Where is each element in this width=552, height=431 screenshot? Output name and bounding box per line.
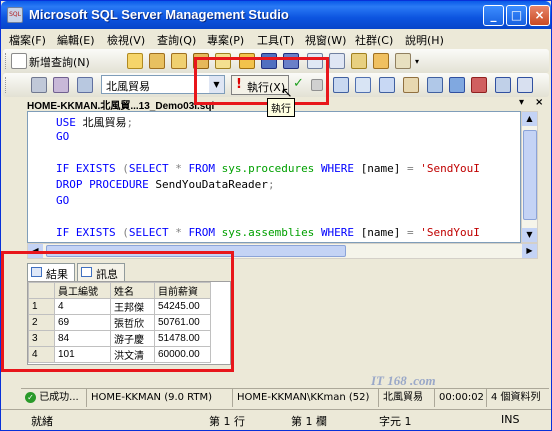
scroll-right-icon[interactable]: ▶ (522, 244, 537, 258)
ssms-window: SQL Microsoft SQL Server Management Stud… (0, 0, 552, 431)
status-ready: 就緒 (31, 415, 53, 428)
watermark: IT 168 .com (371, 373, 436, 388)
status-rows: 4 個資料列 (491, 392, 541, 403)
menu-bar: 檔案(F) 編輯(E) 檢視(V) 查詢(Q) 專案(P) 工具(T) 視窗(W… (1, 29, 551, 49)
status-line: 第 1 行 (209, 415, 245, 428)
status-database: 北風貿易 (379, 389, 435, 407)
sql-editor[interactable]: USE 北風貿易; GO IF EXISTS (SELECT * FROM sys.… (27, 111, 521, 243)
status-login: HOME-KKMAN\KKman (52) (233, 389, 379, 407)
new-query-icon[interactable] (11, 53, 27, 69)
code-line[interactable]: IF EXISTS (SELECT * FROM sys.procedures … (56, 162, 480, 176)
query-designer-icon[interactable] (355, 77, 371, 93)
success-icon: ✓ (25, 391, 36, 403)
ssms-app-icon: SQL (7, 7, 23, 23)
annotation-highlight (1, 251, 234, 372)
template-explorer-icon[interactable] (351, 53, 367, 69)
status-column: 第 1 欄 (291, 415, 327, 428)
status-state: ✓ 已成功... (21, 389, 87, 407)
status-state-text: 已成功... (39, 392, 79, 403)
include-plan-icon[interactable] (403, 77, 419, 93)
code-line[interactable]: GO (56, 130, 69, 144)
scroll-thumb[interactable] (523, 130, 537, 220)
comment-icon[interactable] (495, 77, 511, 93)
specify-values-icon[interactable] (379, 77, 395, 93)
database-select-value: 北風貿易 (106, 80, 150, 93)
object-explorer-icon[interactable] (329, 53, 345, 69)
editor-vertical-scrollbar[interactable]: ▲ ▼ (521, 111, 538, 243)
status-ins: INS (501, 413, 520, 426)
results-to-text-icon[interactable] (427, 77, 443, 93)
status-server: HOME-KKMAN (9.0 RTM) (87, 389, 233, 407)
close-document-icon[interactable]: × (535, 97, 543, 108)
maximize-button[interactable]: □ (506, 5, 527, 26)
window-title: Microsoft SQL Server Management Studio (29, 7, 289, 22)
query-status-bar: ✓ 已成功... HOME-KKMAN (9.0 RTM) HOME-KKMAN… (21, 388, 549, 407)
code-line[interactable]: IF EXISTS (SELECT * FROM sys.assemblies … (56, 226, 480, 240)
close-button[interactable]: × (529, 5, 550, 26)
document-list-icon[interactable]: ▾ (519, 97, 524, 108)
results-to-grid-icon[interactable] (449, 77, 465, 93)
menu-project[interactable]: 專案(P) (207, 32, 244, 48)
menu-query[interactable]: 查詢(Q) (157, 32, 196, 48)
title-bar[interactable]: SQL Microsoft SQL Server Management Stud… (1, 1, 551, 29)
toolbar-grip[interactable] (5, 77, 8, 93)
code-line[interactable]: USE 北風貿易; (56, 114, 133, 129)
menu-help[interactable]: 說明(H) (405, 32, 444, 48)
scroll-down-icon[interactable]: ▼ (522, 228, 537, 242)
minimize-button[interactable]: _ (483, 5, 504, 26)
app-status-bar: 就緒 第 1 行 第 1 欄 字元 1 INS (1, 409, 551, 430)
code-line[interactable]: GO (56, 194, 69, 208)
database-engine-query-icon[interactable] (127, 53, 143, 69)
change-connection-icon[interactable] (53, 77, 69, 93)
annotation-highlight (194, 57, 329, 105)
scroll-up-icon[interactable]: ▲ (522, 112, 537, 126)
menu-edit[interactable]: 編輯(E) (57, 32, 95, 48)
analysis-query-icon[interactable] (149, 53, 165, 69)
menu-file[interactable]: 檔案(F) (9, 32, 46, 48)
status-char: 字元 1 (379, 415, 412, 428)
toolbox-icon[interactable] (395, 53, 411, 69)
menu-community[interactable]: 社群(C) (355, 32, 393, 48)
execute-tooltip: 執行 (267, 98, 295, 117)
toolbar-grip[interactable] (5, 53, 8, 69)
code-line[interactable]: DROP PROCEDURE SendYouDataReader; (56, 178, 275, 192)
connect-icon[interactable] (31, 77, 47, 93)
results-to-file-icon[interactable] (471, 77, 487, 93)
status-elapsed: 00:00:02 (435, 389, 487, 407)
display-plan-icon[interactable] (333, 77, 349, 93)
mdx-query-icon[interactable] (171, 53, 187, 69)
toolbar-overflow-icon[interactable]: ▾ (415, 57, 419, 66)
uncomment-icon[interactable] (517, 77, 533, 93)
properties-icon[interactable] (373, 53, 389, 69)
menu-view[interactable]: 檢視(V) (107, 32, 145, 48)
menu-tools[interactable]: 工具(T) (257, 32, 294, 48)
menu-window[interactable]: 視窗(W) (305, 32, 346, 48)
new-query-button[interactable]: 新增查詢(N) (29, 54, 90, 70)
available-databases-icon[interactable] (77, 77, 93, 93)
